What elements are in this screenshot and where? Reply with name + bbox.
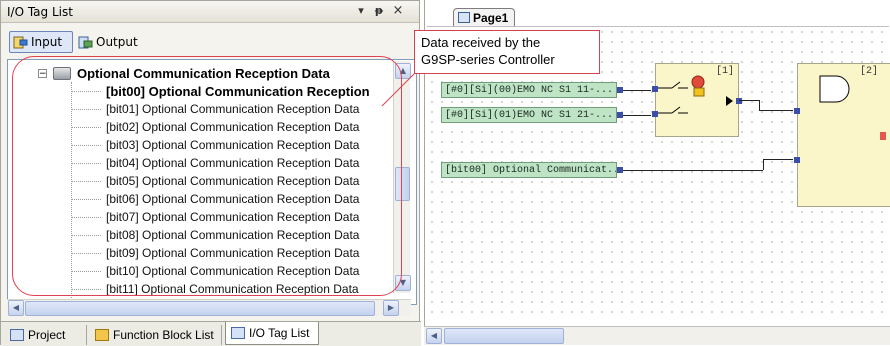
callout-line-2: G9SP-series Controller: [421, 52, 555, 67]
wire: [739, 100, 759, 101]
function-block-emergency-stop[interactable]: [1]: [652, 63, 742, 137]
block-input-pin[interactable]: [794, 108, 800, 114]
project-icon: [10, 329, 24, 341]
block-input-pin[interactable]: [652, 111, 658, 117]
function-block-number: [2]: [859, 66, 878, 77]
input-tag-emo-1[interactable]: [#0][Si](00)EMO NC S1 11-...: [441, 82, 617, 98]
close-icon[interactable]: ×: [390, 3, 406, 19]
wire: [759, 100, 760, 110]
function-block-number: [1]: [715, 66, 734, 77]
and-gate-icon: [819, 75, 850, 103]
block-output-pin[interactable]: [880, 132, 886, 140]
horizontal-scroll-thumb[interactable]: [25, 301, 375, 316]
block-input-pin[interactable]: [794, 157, 800, 163]
output-label: Output: [96, 35, 138, 49]
scroll-left-arrow-icon[interactable]: ◀: [426, 328, 442, 344]
canvas-horizontal-scrollbar[interactable]: ◀: [424, 326, 890, 345]
block-output-pin[interactable]: [736, 98, 742, 104]
input-tag-label: [#0][Si](01)EMO NC S1 21-...: [445, 109, 614, 121]
pin-icon[interactable]: ᵽ: [371, 3, 387, 19]
input-icon: [13, 36, 28, 49]
tree-horizontal-scrollbar[interactable]: ◀ ▶: [7, 299, 411, 316]
horizontal-scroll-thumb[interactable]: [444, 328, 564, 344]
wire: [763, 159, 793, 160]
callout-highlight-ellipse: [12, 56, 402, 296]
panel-title: I/O Tag List: [7, 5, 73, 19]
input-label: Input: [31, 35, 63, 49]
tab-project-label: Project: [28, 328, 66, 342]
io-toolbar: Input Output: [5, 31, 415, 55]
tab-function-block-list-label: Function Block List: [113, 328, 214, 342]
wire: [623, 90, 651, 91]
io-tag-list-icon: [231, 327, 245, 339]
tab-page1[interactable]: Page1: [453, 8, 515, 26]
output-tab-button[interactable]: Output: [75, 31, 155, 53]
wire: [759, 110, 793, 111]
page-tab-label: Page1: [473, 10, 509, 25]
callout-annotation: Data received by the G9SP-series Control…: [414, 30, 600, 74]
scroll-right-arrow-icon[interactable]: ▶: [383, 300, 399, 316]
input-tag-bit00[interactable]: [bit00] Optional Communicat...: [441, 162, 617, 178]
scroll-left-arrow-icon[interactable]: ◀: [8, 300, 24, 316]
function-block-and[interactable]: [2]: [794, 63, 890, 207]
wire: [623, 170, 763, 171]
emergency-stop-switch-icon: [658, 75, 705, 114]
wire: [623, 115, 651, 116]
page-icon: [458, 12, 470, 23]
output-icon: [78, 36, 93, 49]
tab-function-block-list[interactable]: Function Block List: [90, 325, 222, 345]
input-tag-label: [#0][Si](00)EMO NC S1 11-...: [445, 84, 614, 96]
function-block-icon: [95, 329, 109, 341]
tab-io-tag-list-label: I/O Tag List: [249, 326, 310, 340]
panel-titlebar: I/O Tag List ▾ ᵽ ×: [1, 1, 419, 23]
callout-line-1: Data received by the: [421, 35, 541, 50]
panel-menu-dropdown-icon[interactable]: ▾: [353, 3, 369, 19]
tab-io-tag-list[interactable]: I/O Tag List: [225, 322, 319, 345]
block-input-pin[interactable]: [652, 86, 658, 92]
input-tag-label: [bit00] Optional Communicat...: [445, 164, 617, 176]
input-tab-button[interactable]: Input: [9, 31, 73, 53]
wire: [763, 159, 764, 170]
tab-project[interactable]: Project: [5, 325, 87, 345]
block-output-arrow-icon: [726, 96, 733, 106]
input-tag-emo-2[interactable]: [#0][Si](01)EMO NC S1 21-...: [441, 107, 617, 123]
bottom-panel-tabs: Project Function Block List I/O Tag List: [1, 321, 421, 346]
